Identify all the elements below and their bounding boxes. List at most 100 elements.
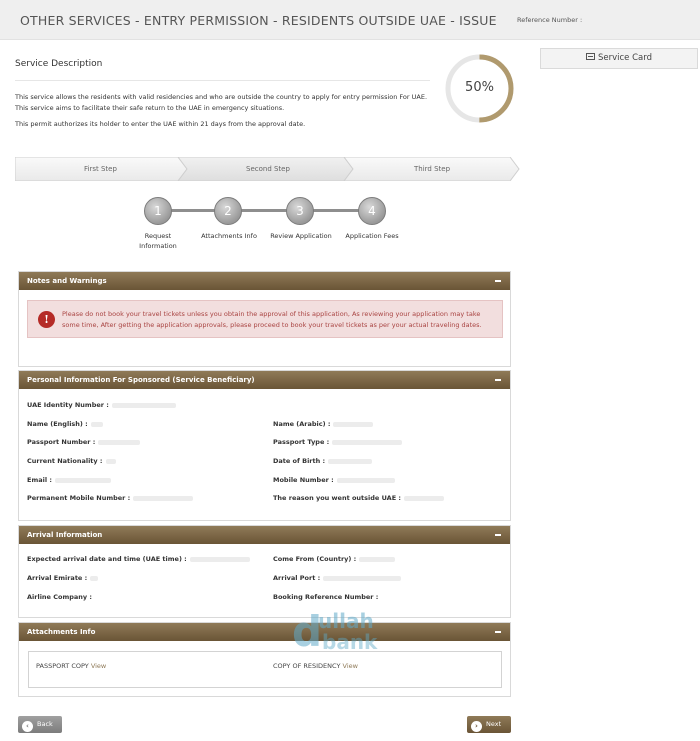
redacted-value — [133, 495, 194, 501]
personal-info-header[interactable]: Personal Information For Sponsored (Serv… — [19, 371, 510, 389]
warning-alert: ! Please do not book your travel tickets… — [27, 300, 503, 338]
arrow-left-icon: ‹ — [22, 721, 33, 732]
uae-id-field: UAE Identity Number : — [27, 401, 176, 409]
attachments-header[interactable]: Attachments Info — [19, 623, 510, 641]
passport-copy-item: PASSPORT COPY View — [36, 662, 106, 670]
alert-icon: ! — [38, 311, 55, 328]
email-field: Email : — [27, 476, 111, 484]
name-arabic-field: Name (Arabic) : — [273, 420, 374, 428]
passport-number-label: Passport Number : — [27, 438, 96, 446]
mobile-number-label: Mobile Number : — [273, 476, 334, 484]
notes-panel-header[interactable]: Notes and Warnings — [19, 272, 510, 290]
passport-type-label: Passport Type : — [273, 438, 330, 446]
mobile-number-field: Mobile Number : — [273, 476, 395, 484]
redacted-value — [105, 458, 116, 464]
service-card-button[interactable]: Service Card — [540, 48, 698, 69]
progress-percentage: 50% — [465, 80, 494, 95]
redacted-value — [90, 421, 103, 427]
reason-outside-label: The reason you went outside UAE : — [273, 494, 401, 502]
arrival-info-title: Arrival Information — [27, 531, 103, 539]
arrow-right-icon: › — [471, 721, 482, 732]
redacted-value — [336, 477, 395, 483]
arrival-emirate-label: Arrival Emirate : — [27, 574, 88, 582]
back-button-label: Back — [37, 720, 53, 728]
redacted-value — [333, 421, 374, 427]
redacted-value — [189, 556, 250, 562]
wizard-step-1[interactable]: 1 — [144, 197, 172, 225]
arrival-info-header[interactable]: Arrival Information — [19, 526, 510, 544]
divider — [15, 80, 430, 81]
wizard-step-3-label: Review Application — [270, 232, 332, 240]
step-second-label: Second Step — [246, 165, 290, 173]
collapse-icon[interactable] — [495, 379, 501, 381]
wizard-step-1-label: Request Information — [139, 232, 177, 250]
arrival-port-field: Arrival Port : — [273, 574, 402, 582]
watermark-logo: d ullah bank — [292, 607, 412, 657]
redacted-value — [90, 575, 99, 581]
redacted-value — [404, 495, 444, 501]
attachments-title: Attachments Info — [27, 628, 96, 636]
service-description-title: Service Description — [15, 59, 103, 69]
passport-copy-view-link[interactable]: View — [91, 662, 106, 670]
card-icon — [585, 53, 595, 60]
passport-type-field: Passport Type : — [273, 438, 403, 446]
arrival-port-label: Arrival Port : — [273, 574, 321, 582]
residency-copy-label: COPY OF RESIDENCY — [273, 662, 341, 670]
header-bar: OTHER SERVICES - ENTRY PERMISSION - RESI… — [0, 0, 700, 40]
reference-number-label: Reference Number : — [517, 16, 583, 24]
come-from-field: Come From (Country) : — [273, 555, 396, 563]
collapse-icon[interactable] — [495, 534, 501, 536]
redacted-value — [111, 402, 176, 408]
passport-copy-label: PASSPORT COPY — [36, 662, 89, 670]
service-card-label: Service Card — [597, 53, 652, 63]
booking-reference-label: Booking Reference Number : — [273, 593, 379, 601]
redacted-value — [328, 458, 373, 464]
name-english-label: Name (English) : — [27, 420, 88, 428]
come-from-label: Come From (Country) : — [273, 555, 357, 563]
airline-company-label: Airline Company : — [27, 593, 92, 601]
step-first-label: First Step — [84, 165, 117, 173]
date-of-birth-field: Date of Birth : — [273, 457, 373, 465]
wizard-step-4[interactable]: 4 — [358, 197, 386, 225]
page-title: OTHER SERVICES - ENTRY PERMISSION - RESI… — [20, 13, 497, 28]
collapse-icon[interactable] — [495, 631, 501, 633]
permanent-mobile-label: Permanent Mobile Number : — [27, 494, 131, 502]
nationality-field: Current Nationality : — [27, 457, 116, 465]
uae-id-label: UAE Identity Number : — [27, 401, 109, 409]
airline-company-field: Airline Company : — [27, 593, 92, 601]
notes-panel-title: Notes and Warnings — [27, 277, 107, 285]
back-button[interactable]: ‹ Back — [18, 716, 62, 733]
step-third-label: Third Step — [414, 165, 451, 173]
redacted-value — [54, 477, 111, 483]
redacted-value — [98, 439, 141, 445]
redacted-value — [359, 556, 396, 562]
residency-copy-item: COPY OF RESIDENCY View — [273, 662, 358, 670]
wizard-connector — [157, 209, 372, 212]
booking-reference-field: Booking Reference Number : — [273, 593, 378, 601]
reason-outside-field: The reason you went outside UAE : — [273, 494, 444, 502]
personal-info-title: Personal Information For Sponsored (Serv… — [27, 376, 255, 384]
wizard-step-4-label: Application Fees — [345, 232, 399, 240]
collapse-icon[interactable] — [495, 280, 501, 282]
expected-arrival-field: Expected arrival date and time (UAE time… — [27, 555, 250, 563]
residency-copy-view-link[interactable]: View — [343, 662, 358, 670]
wizard-step-2[interactable]: 2 — [214, 197, 242, 225]
passport-number-field: Passport Number : — [27, 438, 141, 446]
next-button-label: Next — [486, 720, 502, 728]
wizard-step-2-label: Attachments Info — [201, 232, 257, 240]
permanent-mobile-field: Permanent Mobile Number : — [27, 494, 194, 502]
wizard-step-3[interactable]: 3 — [286, 197, 314, 225]
redacted-value — [332, 439, 403, 445]
arrival-emirate-field: Arrival Emirate : — [27, 574, 99, 582]
redacted-value — [323, 575, 402, 581]
service-description-text: This service allows the residents with v… — [15, 93, 428, 112]
name-english-field: Name (English) : — [27, 420, 103, 428]
email-label: Email : — [27, 476, 52, 484]
name-arabic-label: Name (Arabic) : — [273, 420, 331, 428]
next-button[interactable]: › Next — [467, 716, 511, 733]
watermark-bank: bank — [322, 630, 378, 654]
warning-text: Please do not book your travel tickets u… — [62, 310, 482, 329]
arrival-info-panel: Arrival Information — [18, 525, 511, 618]
expected-arrival-label: Expected arrival date and time (UAE time… — [27, 555, 187, 563]
service-description-validity: This permit authorizes its holder to ent… — [15, 120, 306, 128]
